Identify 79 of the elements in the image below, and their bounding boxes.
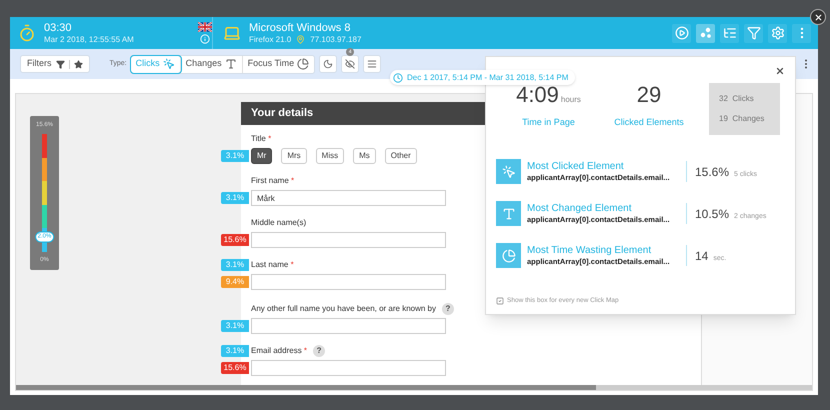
title-option[interactable]: Ms [353,148,376,164]
close-icon [775,66,785,76]
element-title: Most Clicked Element [527,160,625,174]
heat-tag: 9.4% [221,276,249,288]
list-tree-icon [722,26,736,40]
help-badge[interactable]: ? [442,302,454,314]
header-action-button[interactable] [696,24,715,42]
play-icon [674,26,688,40]
filter-icon [56,60,64,68]
browser-name: Firefox 21.0 [249,34,292,44]
heat-tag: 15.6% [221,234,249,246]
location-pin-icon [296,34,306,44]
text-field[interactable] [251,360,446,376]
menu-icon [367,59,378,69]
field-label: Email address * [251,346,308,356]
title-option[interactable]: Mrs [281,148,307,164]
session-datetime: Mar 2 2018, 12:55:55 AM [44,34,135,44]
cursor-click-icon [162,58,175,70]
field-label: Last name * [251,260,294,270]
heat-tag: 15.6% [221,362,249,374]
title-option[interactable]: Mr [251,148,272,164]
hidden-elements-button[interactable] [341,55,360,73]
title-option[interactable]: Miss [316,148,344,164]
stopwatch-icon [18,24,36,42]
checkbox-icon [496,296,504,305]
text-icon [502,206,516,220]
heat-tag: 3.1% [221,150,249,162]
menu-button[interactable] [363,55,382,73]
star-icon [74,60,82,68]
pie-icon [502,248,516,262]
text-field[interactable] [251,318,446,334]
night-mode-button[interactable] [319,55,338,73]
element-value: 10.5% [695,206,730,222]
header-action-button[interactable] [744,24,763,42]
heat-tag: 3.1% [221,258,249,270]
title-option[interactable]: Other [384,148,417,164]
flag-icon [198,22,212,32]
field-label: Title * [251,134,272,143]
clock-icon [393,72,403,82]
heat-tag: 3.1% [221,344,249,356]
text-field[interactable]: Mårk [251,190,446,206]
text-field[interactable] [251,274,446,290]
os-name: Microsoft Windows 8 [249,22,352,35]
total-count: 32 Clicks [719,93,755,105]
dots-icon [698,26,712,40]
ip-address: 77.103.97.187 [310,34,362,44]
text-field[interactable] [251,232,446,248]
type-tab[interactable]: Changes [180,56,243,72]
text-icon [224,58,237,70]
field-label: Middle name(s) [251,218,306,228]
field-label: First name * [251,176,294,186]
heat-tag: 3.1% [221,192,249,204]
date-range: Dec 1 2017, 5:14 PM - Mar 31 2018, 5:14 PM [407,72,568,84]
total-count: 19 Changes [719,113,766,125]
cursor-click-icon [502,164,516,178]
close-icon [814,12,822,22]
checkbox[interactable] [496,296,504,305]
heat-tag: 3.1% [221,320,249,332]
session-duration: 03:30 [44,22,73,35]
settings-icon [770,26,784,40]
element-title: Most Changed Element [527,202,633,216]
close-button[interactable] [775,66,785,76]
moon-icon [323,59,334,69]
header-action-button[interactable] [768,24,787,42]
header-action-button[interactable] [672,24,691,42]
element-value: 15.6% [695,164,730,180]
help-badge[interactable]: ? [313,344,326,356]
info-icon[interactable] [200,34,210,44]
horizontal-scrollbar[interactable] [16,385,812,390]
header-action-button[interactable] [720,24,739,42]
type-tab[interactable]: Focus Time [242,56,314,72]
filter-icon [746,26,760,40]
element-title: Most Time Wasting Element [527,244,652,258]
close-button[interactable] [810,9,826,25]
filters-button[interactable]: Filters [20,55,90,73]
field-label: Any other full name you have been, or are known by [251,304,436,314]
pie-icon [297,58,310,70]
eye-off-icon [345,59,356,69]
element-value: 14 [695,248,708,264]
